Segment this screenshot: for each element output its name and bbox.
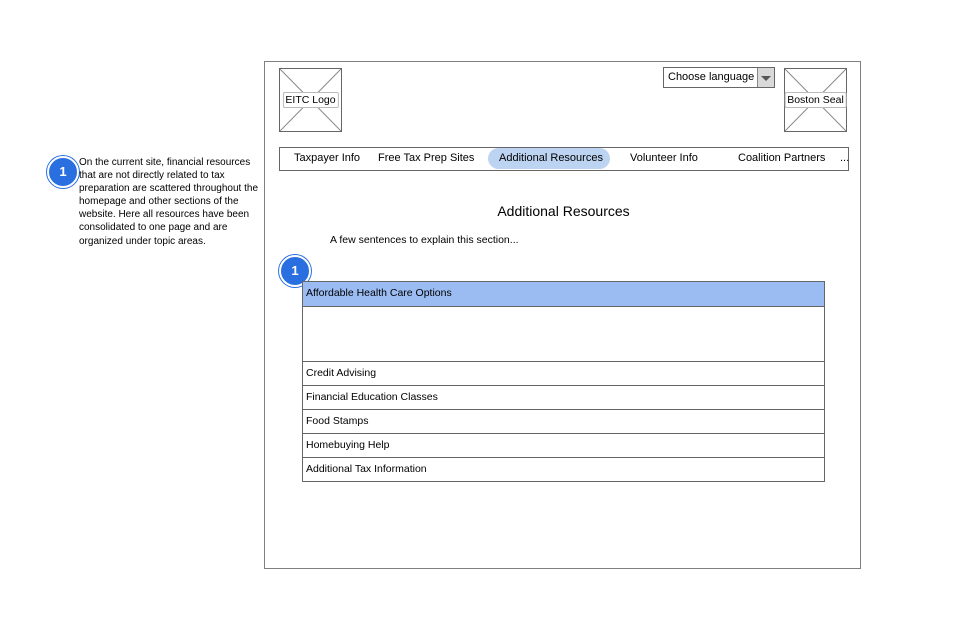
nav-item-free-tax-prep-sites[interactable]: Free Tax Prep Sites [378, 152, 474, 164]
nav-overflow[interactable]: ... [840, 152, 849, 164]
page-title: Additional Resources [497, 203, 630, 219]
accordion-item[interactable]: Financial Education Classes [303, 385, 824, 409]
accordion-header-open[interactable]: Affordable Health Care Options [303, 282, 824, 306]
logo-label: EITC Logo [282, 92, 339, 108]
boston-seal: Boston Seal [784, 68, 847, 132]
chevron-down-icon[interactable] [757, 68, 774, 87]
main-nav: Taxpayer Info Free Tax Prep Sites Additi… [279, 147, 849, 171]
accordion-item[interactable]: Food Stamps [303, 409, 824, 433]
language-select[interactable]: Choose language [663, 67, 775, 88]
page-frame: EITC Logo Choose language Boston Seal Ta… [264, 61, 861, 569]
accordion-panel [303, 306, 824, 361]
nav-item-additional-resources[interactable]: Additional Resources [499, 152, 603, 164]
accordion-item[interactable]: Homebuying Help [303, 433, 824, 457]
language-select-value: Choose language [668, 71, 755, 83]
annotation-text: On the current site, financial resources… [79, 157, 259, 247]
nav-item-volunteer-info[interactable]: Volunteer Info [630, 152, 698, 164]
eitc-logo[interactable]: EITC Logo [279, 68, 342, 132]
accordion-item[interactable]: Credit Advising [303, 361, 824, 385]
intro-text: A few sentences to explain this section.… [330, 234, 519, 246]
resources-accordion: Affordable Health Care Options Credit Ad… [302, 281, 825, 482]
nav-item-taxpayer-info[interactable]: Taxpayer Info [294, 152, 360, 164]
seal-label: Boston Seal [784, 92, 847, 108]
nav-item-coalition-partners[interactable]: Coalition Partners [738, 152, 825, 164]
accordion-item[interactable]: Additional Tax Information [303, 457, 824, 481]
annotation-badge: 1 [47, 156, 79, 188]
